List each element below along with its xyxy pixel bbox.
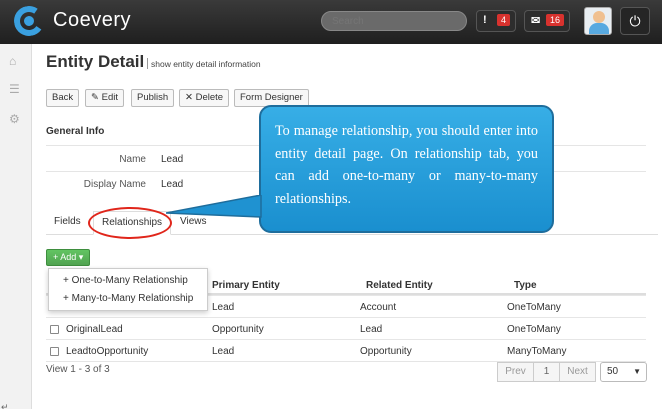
- page-subtitle: show entity detail information: [147, 58, 261, 69]
- tab-fields[interactable]: Fields: [46, 211, 89, 235]
- page-number[interactable]: 1: [533, 362, 560, 382]
- name-value: Lead: [161, 154, 184, 165]
- row-related-entity: Account: [360, 302, 397, 313]
- row-related-entity: Opportunity: [360, 346, 412, 357]
- page-size-value: 50: [607, 366, 619, 377]
- table-row[interactable]: LeadtoOpportunity Lead Opportunity ManyT…: [46, 339, 646, 361]
- menu-item-many-to-many[interactable]: + Many-to-Many Relationship: [63, 293, 193, 304]
- row-related-entity: Lead: [360, 324, 383, 335]
- row-type: OneToMany: [507, 324, 561, 335]
- display-name-value: Lead: [161, 179, 184, 190]
- delete-button[interactable]: ✕ Delete: [179, 89, 230, 107]
- general-info-title: General Info: [46, 126, 105, 137]
- delete-icon: ✕: [185, 92, 196, 103]
- top-navbar: Coevery ! 4 ✉ 16 ⏻: [0, 0, 662, 44]
- home-icon[interactable]: ⌂: [9, 54, 16, 68]
- logo-icon: [11, 3, 47, 39]
- table-row[interactable]: OriginalLead Opportunity Lead OneToMany: [46, 317, 646, 339]
- add-dropdown-menu: + One-to-Many Relationship + Many-to-Man…: [48, 268, 208, 311]
- row-checkbox[interactable]: [50, 347, 59, 356]
- page-title: Entity Detail: [46, 52, 145, 71]
- column-header[interactable]: Related Entity: [366, 280, 433, 291]
- sidebar: ⌂ ☰ ⚙: [0, 44, 32, 409]
- user-avatar[interactable]: [584, 7, 612, 35]
- settings-icon[interactable]: ⚙: [9, 112, 20, 126]
- row-name[interactable]: LeadtoOpportunity: [66, 346, 148, 357]
- alerts-count-badge: 4: [496, 14, 510, 26]
- row-type: OneToMany: [507, 302, 561, 313]
- plus-icon: +: [63, 293, 72, 304]
- row-primary-entity: Lead: [212, 302, 235, 313]
- callout-tail: [166, 195, 262, 218]
- add-label: + Add: [53, 252, 77, 262]
- list-icon[interactable]: ☰: [9, 82, 20, 96]
- plus-icon: +: [63, 275, 72, 286]
- menu-item-one-to-many[interactable]: + One-to-Many Relationship: [63, 275, 188, 286]
- edit-label: Edit: [101, 92, 118, 103]
- caret-down-icon: ▾: [78, 252, 84, 262]
- display-name-label: Display Name: [83, 179, 146, 190]
- row-primary-entity: Lead: [212, 346, 235, 357]
- column-header[interactable]: Type: [514, 280, 537, 291]
- next-button[interactable]: Next: [559, 362, 596, 382]
- menu-item-label: Many-to-Many Relationship: [71, 293, 194, 304]
- row-name[interactable]: OriginalLead: [66, 324, 123, 335]
- messages-button[interactable]: ✉ 16: [524, 10, 570, 32]
- prev-button[interactable]: Prev: [497, 362, 534, 382]
- return-mark-icon: ↵: [1, 402, 9, 412]
- delete-label: Delete: [195, 92, 224, 103]
- chevron-down-icon: ▼: [633, 367, 641, 376]
- avatar-head: [593, 11, 605, 23]
- column-header[interactable]: Primary Entity: [212, 280, 280, 291]
- messages-count-badge: 16: [545, 14, 564, 26]
- row-checkbox[interactable]: [50, 325, 59, 334]
- mail-icon: ✉: [531, 15, 541, 27]
- publish-button[interactable]: Publish: [131, 89, 175, 107]
- row-primary-entity: Opportunity: [212, 324, 264, 335]
- callout-text: To manage relationship, you should enter…: [275, 123, 538, 207]
- highlight-circle: [88, 207, 172, 239]
- search-input[interactable]: [321, 11, 467, 31]
- add-button[interactable]: + Add ▾: [46, 249, 91, 266]
- power-icon[interactable]: ⏻: [620, 7, 650, 35]
- edit-button[interactable]: ✎ Edit: [85, 89, 124, 107]
- back-button[interactable]: Back: [46, 89, 80, 107]
- edit-icon: ✎: [91, 92, 102, 103]
- avatar-body: [589, 23, 609, 34]
- alerts-button[interactable]: ! 4: [476, 10, 516, 32]
- callout-annotation: To manage relationship, you should enter…: [259, 105, 554, 233]
- brand-name[interactable]: Coevery: [53, 9, 131, 32]
- alert-icon: !: [483, 14, 487, 26]
- row-type: ManyToMany: [507, 346, 567, 357]
- menu-item-label: One-to-Many Relationship: [71, 275, 188, 286]
- page-size-select[interactable]: 50 ▼: [600, 362, 647, 382]
- name-label: Name: [119, 154, 146, 165]
- view-info: View 1 - 3 of 3: [46, 364, 110, 375]
